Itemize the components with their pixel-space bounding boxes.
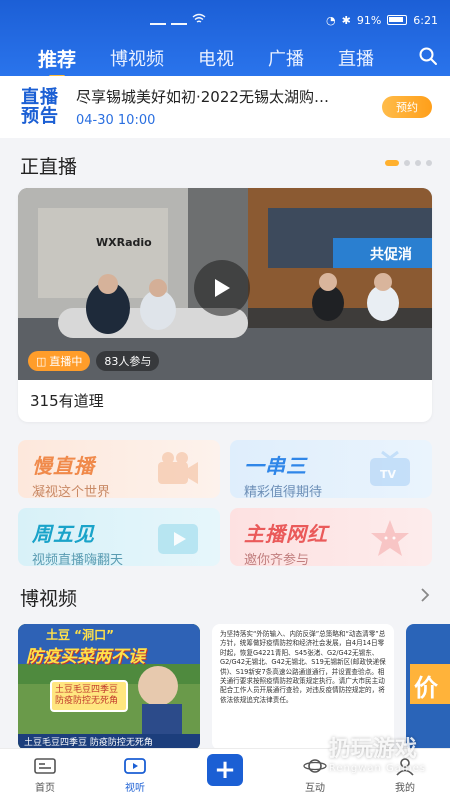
signal-icon	[150, 15, 166, 25]
tabbar-label: 我的	[395, 783, 415, 794]
preview-text: 尽享锡城美好如初·2022无锡太湖购… 04-30 10:00	[76, 86, 382, 128]
home-icon	[34, 758, 56, 774]
chevron-right-icon[interactable]	[418, 586, 432, 604]
top-nav: 推荐 博视频 电视 广播 直播	[0, 40, 450, 76]
video-play-icon	[158, 524, 198, 554]
live-card[interactable]: WXRadio 共促消 ◫ 直播中 83人参与 315有道理	[18, 188, 432, 422]
status-icons-left	[150, 13, 206, 27]
signal-icon-2	[171, 15, 187, 25]
tabbar-label: 视听	[125, 783, 145, 794]
wifi-icon	[192, 13, 206, 27]
app-header: ◔ ✱ 91% 6:21 推荐 博视频 电视 广播 直播	[0, 0, 450, 76]
video-section-title: 博视频	[20, 588, 78, 610]
video-notice-text: 为坚持落实“外防输入、内防反弹”总策略和“动态清零”总方针，统筹做好疫情防控和经…	[220, 630, 386, 704]
feature-friday[interactable]: 周五见 视频直播嗨翻天	[18, 508, 220, 566]
planet-icon	[303, 759, 327, 773]
tabbar-create[interactable]: +	[180, 749, 270, 800]
video-stamp: 土豆毛豆四季豆 防疫防控无死角	[50, 680, 128, 712]
live-section-title: 正直播	[20, 156, 78, 178]
watermark: 扔玩游戏 Rengwan Games	[329, 731, 426, 774]
tab-tv[interactable]: 电视	[198, 45, 234, 71]
studio-sign: WXRadio	[96, 236, 152, 249]
live-status-text: 直播中	[49, 355, 83, 368]
tabbar-media[interactable]: 视听	[90, 749, 180, 800]
tabbar-home[interactable]: 首页	[0, 749, 90, 800]
plus-icon: +	[207, 754, 243, 786]
search-icon[interactable]	[418, 46, 438, 66]
live-thumbnail[interactable]: WXRadio 共促消 ◫ 直播中 83人参与	[18, 188, 432, 380]
battery-percent: 91%	[356, 13, 382, 27]
play-icon	[215, 279, 230, 297]
preview-title: 尽享锡城美好如初·2022无锡太湖购…	[76, 88, 329, 106]
feature-one-three[interactable]: 一串三 精彩值得期待 TV	[230, 440, 432, 498]
badge-line1: 直播	[21, 87, 59, 108]
carousel-dot[interactable]	[404, 160, 410, 166]
live-signal-icon: ◫	[36, 354, 47, 368]
live-card-title: 315有道理	[30, 392, 104, 410]
play-button[interactable]	[194, 260, 250, 316]
battery-icon	[387, 15, 408, 25]
alarm-icon: ◔	[326, 13, 336, 27]
tabbar-label: 互动	[305, 783, 325, 794]
preview-time: 04-30 10:00	[76, 113, 156, 128]
bluetooth-icon: ✱	[341, 13, 351, 27]
live-preview-badge: 直播 预告	[18, 88, 62, 126]
star-icon	[371, 520, 409, 556]
live-status-badge: ◫ 直播中	[28, 351, 91, 371]
carousel-dot[interactable]	[426, 160, 432, 166]
tab-live[interactable]: 直播	[338, 45, 374, 71]
tab-recommend[interactable]: 推荐	[38, 45, 76, 72]
video-card-1[interactable]: 土豆 “洞口” 防疫买菜两不误 土豆毛豆四季豆 防疫防控无死角 土豆毛豆四季豆 …	[18, 624, 200, 750]
carousel-dot[interactable]	[415, 160, 421, 166]
video-icon	[124, 758, 146, 774]
watermark-sub: Rengwan Games	[328, 763, 426, 774]
tv-icon: TV	[370, 450, 410, 486]
participants-badge: 83人参与	[96, 351, 160, 371]
watermark-main: 扔玩游戏	[328, 737, 417, 762]
reserve-button[interactable]: 预约	[382, 96, 432, 118]
status-bar: ◔ ✱ 91% 6:21	[0, 0, 450, 40]
live-preview-banner[interactable]: 直播 预告 尽享锡城美好如初·2022无锡太湖购… 04-30 10:00 预约	[0, 76, 450, 138]
video-caption: 土豆毛豆四季豆 防疫防控无死角	[24, 738, 153, 748]
studio-banner-text: 共促消	[370, 247, 412, 263]
video-card-3-text: 价	[414, 674, 438, 702]
live-labels: ◫ 直播中 83人参与	[28, 351, 160, 371]
badge-line2: 预告	[21, 106, 59, 127]
status-icons-right: ◔ ✱ 91% 6:21	[326, 14, 438, 27]
tab-radio[interactable]: 广播	[268, 45, 304, 71]
tab-bo-video[interactable]: 博视频	[110, 45, 164, 71]
camera-icon	[158, 452, 198, 484]
clock: 6:21	[413, 13, 438, 27]
tabbar-label: 首页	[35, 783, 55, 794]
svg-text:TV: TV	[380, 468, 397, 481]
feature-anchor[interactable]: 主播网红 邀你齐参与	[230, 508, 432, 566]
video-headline-main: 防疫买菜两不误	[26, 647, 145, 667]
carousel-dot[interactable]	[385, 160, 399, 166]
feature-slow-live[interactable]: 慢直播 凝视这个世界	[18, 440, 220, 498]
video-headline-top: 土豆 “洞口”	[46, 628, 114, 642]
carousel-dots	[385, 160, 432, 166]
